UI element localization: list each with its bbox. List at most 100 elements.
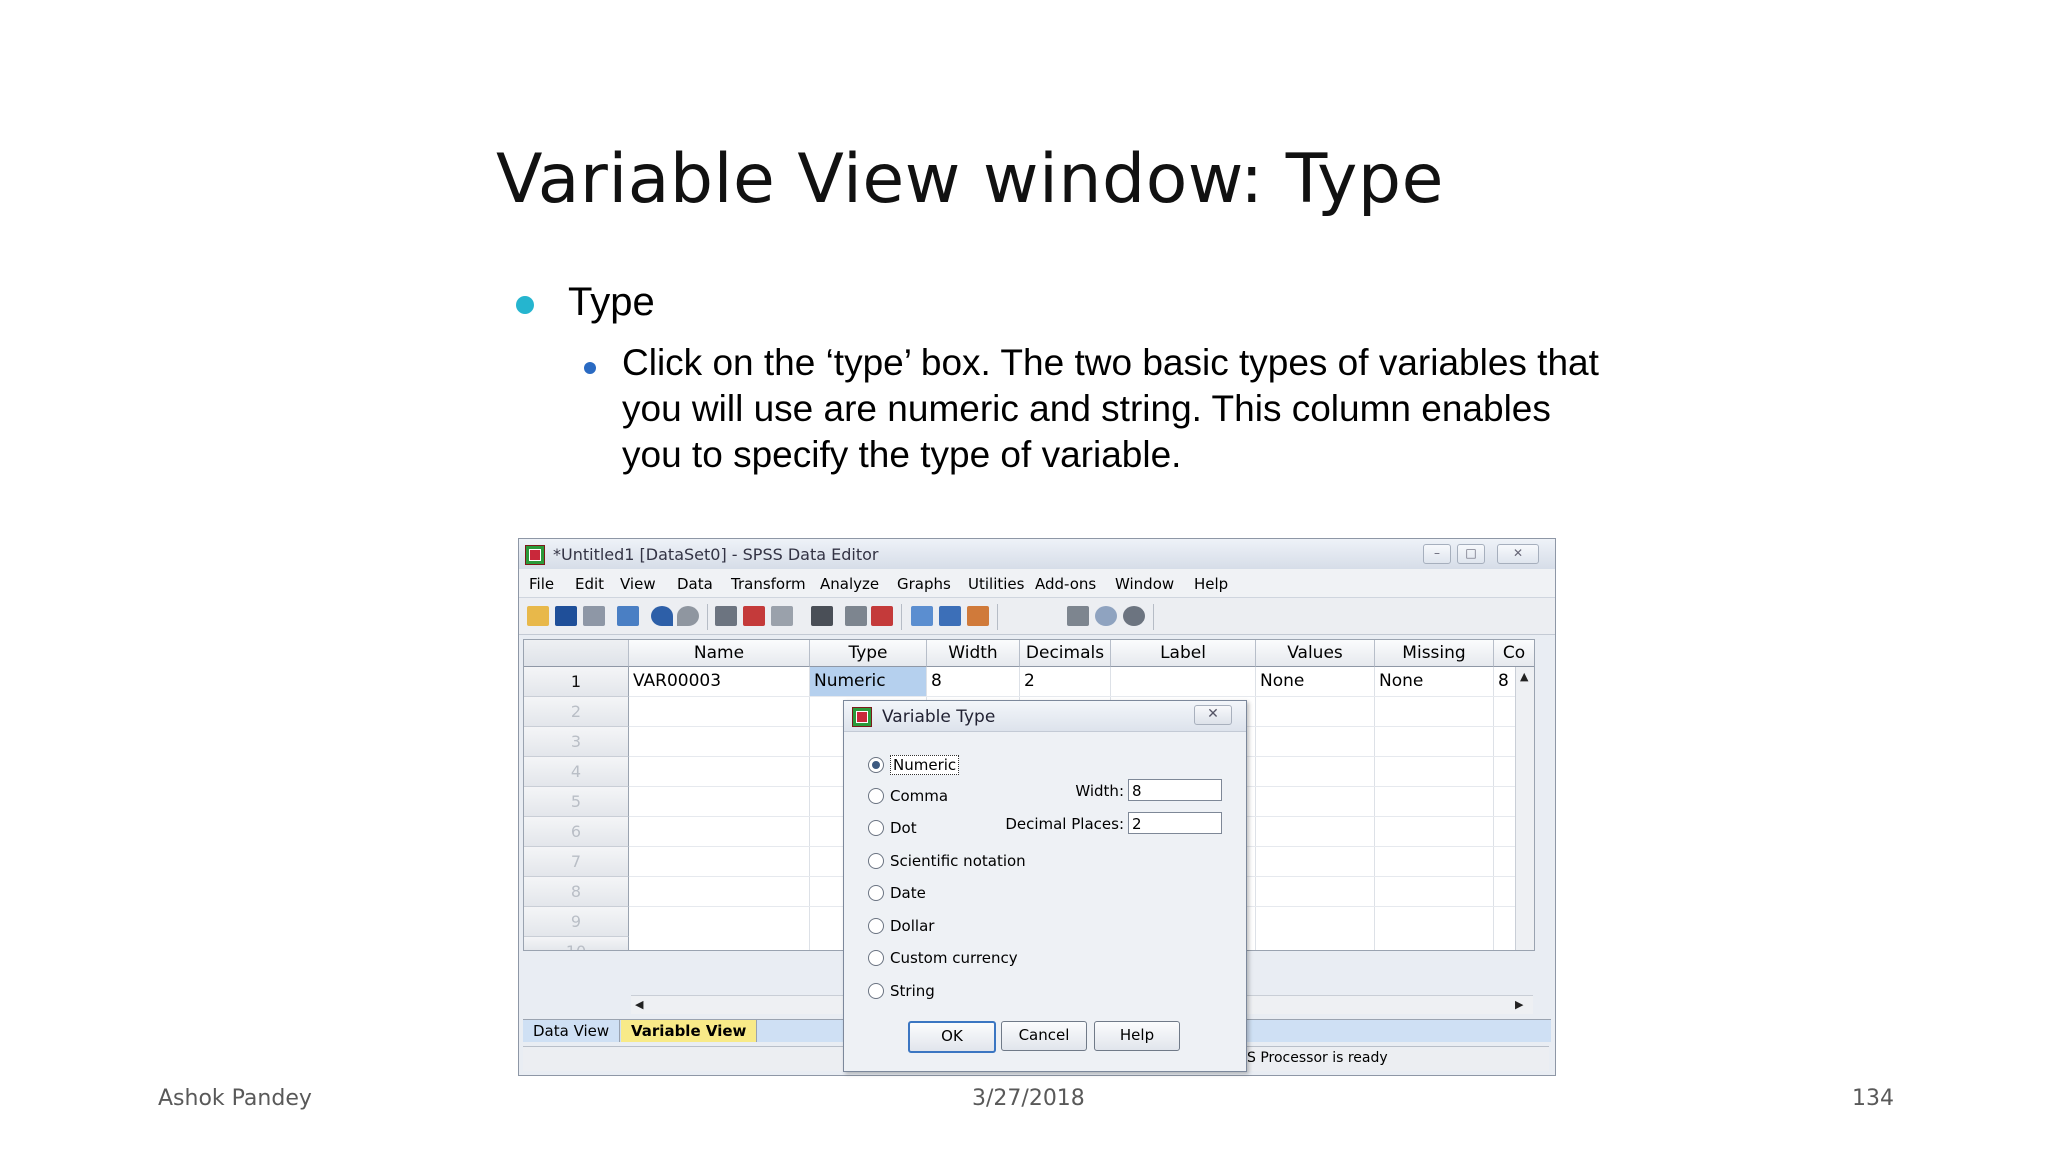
ok-button[interactable]: OK bbox=[908, 1021, 996, 1053]
maximize-button[interactable]: □ bbox=[1457, 544, 1485, 564]
dialog-title: Variable Type bbox=[882, 707, 996, 727]
radio-string[interactable]: String bbox=[868, 982, 935, 1000]
menu-transform[interactable]: Transform bbox=[731, 575, 806, 593]
bullet-level1: Type bbox=[516, 280, 655, 325]
row-header[interactable]: 1 bbox=[524, 667, 629, 697]
radio-icon[interactable] bbox=[868, 983, 884, 999]
cell-columns[interactable]: 8 bbox=[1494, 667, 1516, 696]
bullet-level1-text: Type bbox=[568, 280, 655, 324]
column-header-name[interactable]: Name bbox=[629, 640, 810, 667]
open-icon[interactable] bbox=[527, 606, 549, 626]
select-cases-icon[interactable] bbox=[967, 606, 989, 626]
column-header-columns[interactable]: Co bbox=[1494, 640, 1534, 667]
menu-utilities[interactable]: Utilities bbox=[968, 575, 1024, 593]
menu-analyze[interactable]: Analyze bbox=[820, 575, 879, 593]
radio-icon[interactable] bbox=[868, 820, 884, 836]
radio-dot[interactable]: Dot bbox=[868, 819, 917, 837]
column-header-width[interactable]: Width bbox=[927, 640, 1020, 667]
radio-numeric[interactable]: Numeric bbox=[868, 755, 960, 775]
tab-variable-view[interactable]: Variable View bbox=[621, 1020, 758, 1042]
dialog-recall-icon[interactable] bbox=[617, 606, 639, 626]
use-sets-icon[interactable] bbox=[1095, 606, 1117, 626]
close-button[interactable]: ✕ bbox=[1497, 544, 1539, 564]
vertical-scrollbar[interactable]: ▲ ▼ bbox=[1515, 667, 1534, 950]
radio-dollar[interactable]: Dollar bbox=[868, 917, 934, 935]
row-header[interactable]: 6 bbox=[524, 817, 629, 847]
radio-comma[interactable]: Comma bbox=[868, 787, 948, 805]
dialog-close-button[interactable]: ✕ bbox=[1194, 705, 1232, 725]
menu-data[interactable]: Data bbox=[677, 575, 713, 593]
weight-cases-icon[interactable] bbox=[939, 606, 961, 626]
cell-decimals[interactable]: 2 bbox=[1020, 667, 1110, 696]
column-header-type[interactable]: Type bbox=[810, 640, 927, 667]
row-header[interactable]: 8 bbox=[524, 877, 629, 907]
scroll-down-icon[interactable]: ▼ bbox=[1520, 949, 1528, 950]
radio-scientific-notation[interactable]: Scientific notation bbox=[868, 852, 1026, 870]
radio-label: Numeric bbox=[890, 755, 960, 775]
goto-variable-icon[interactable] bbox=[743, 606, 765, 626]
column-header-label[interactable]: Label bbox=[1111, 640, 1256, 667]
insert-variable-icon[interactable] bbox=[871, 606, 893, 626]
menu-file[interactable]: File bbox=[529, 575, 554, 593]
cell-missing[interactable]: None bbox=[1375, 667, 1493, 696]
toolbar bbox=[519, 598, 1555, 635]
find-icon[interactable] bbox=[811, 606, 833, 626]
footer-page-number: 134 bbox=[1852, 1086, 1894, 1111]
minimize-button[interactable]: – bbox=[1423, 544, 1451, 564]
radio-custom-currency[interactable]: Custom currency bbox=[868, 949, 1018, 967]
row-header[interactable]: 3 bbox=[524, 727, 629, 757]
scroll-right-icon[interactable]: ▶ bbox=[1515, 998, 1523, 1011]
column-header-decimals[interactable]: Decimals bbox=[1020, 640, 1111, 667]
cell-name[interactable]: VAR00003 bbox=[629, 667, 809, 696]
row-header[interactable]: 9 bbox=[524, 907, 629, 937]
decimal-places-field[interactable]: 2 bbox=[1128, 812, 1222, 834]
radio-icon[interactable] bbox=[868, 950, 884, 966]
menu-edit[interactable]: Edit bbox=[575, 575, 604, 593]
grid-line bbox=[629, 696, 1529, 697]
cell-type[interactable]: Numeric bbox=[810, 667, 926, 696]
scroll-left-icon[interactable]: ◀ bbox=[635, 998, 643, 1011]
variable-type-dialog: Variable Type ✕ Numeric Comma Dot Scient… bbox=[843, 700, 1247, 1072]
menu-add-ons[interactable]: Add-ons bbox=[1035, 575, 1096, 593]
scroll-up-icon[interactable]: ▲ bbox=[1520, 670, 1528, 683]
radio-icon[interactable] bbox=[868, 853, 884, 869]
split-file-icon[interactable] bbox=[911, 606, 933, 626]
radio-icon[interactable] bbox=[868, 918, 884, 934]
cancel-button[interactable]: Cancel bbox=[1001, 1021, 1087, 1051]
tab-data-view[interactable]: Data View bbox=[523, 1020, 621, 1042]
undo-icon[interactable] bbox=[651, 606, 673, 626]
footer-date: 3/27/2018 bbox=[972, 1086, 1085, 1111]
menu-window[interactable]: Window bbox=[1115, 575, 1174, 593]
redo-icon[interactable] bbox=[677, 606, 699, 626]
toolbar-separator bbox=[707, 604, 708, 630]
column-header-values[interactable]: Values bbox=[1256, 640, 1375, 667]
row-header[interactable]: 10 bbox=[524, 937, 629, 950]
radio-icon[interactable] bbox=[868, 885, 884, 901]
value-labels-icon[interactable] bbox=[1067, 606, 1089, 626]
help-button[interactable]: Help bbox=[1094, 1021, 1180, 1051]
show-all-icon[interactable] bbox=[1123, 606, 1145, 626]
cell-width[interactable]: 8 bbox=[927, 667, 1019, 696]
menu-view[interactable]: View bbox=[620, 575, 656, 593]
variables-icon[interactable] bbox=[771, 606, 793, 626]
radio-selected-icon[interactable] bbox=[868, 757, 884, 773]
width-field[interactable]: 8 bbox=[1128, 779, 1222, 801]
cell-values[interactable]: None bbox=[1256, 667, 1374, 696]
goto-case-icon[interactable] bbox=[715, 606, 737, 626]
save-icon[interactable] bbox=[555, 606, 577, 626]
row-header[interactable]: 7 bbox=[524, 847, 629, 877]
radio-icon[interactable] bbox=[868, 788, 884, 804]
radio-label: Custom currency bbox=[890, 949, 1018, 967]
row-header[interactable]: 5 bbox=[524, 787, 629, 817]
print-icon[interactable] bbox=[583, 606, 605, 626]
radio-date[interactable]: Date bbox=[868, 884, 926, 902]
menu-graphs[interactable]: Graphs bbox=[897, 575, 951, 593]
menu-help[interactable]: Help bbox=[1194, 575, 1228, 593]
column-header-missing[interactable]: Missing bbox=[1375, 640, 1494, 667]
insert-cases-icon[interactable] bbox=[845, 606, 867, 626]
footer-author: Ashok Pandey bbox=[158, 1086, 312, 1111]
row-header[interactable]: 4 bbox=[524, 757, 629, 787]
cell-label[interactable] bbox=[1111, 667, 1255, 696]
bullet-level2-text: Click on the ‘type’ box. The two basic t… bbox=[622, 342, 1599, 475]
row-header[interactable]: 2 bbox=[524, 697, 629, 727]
